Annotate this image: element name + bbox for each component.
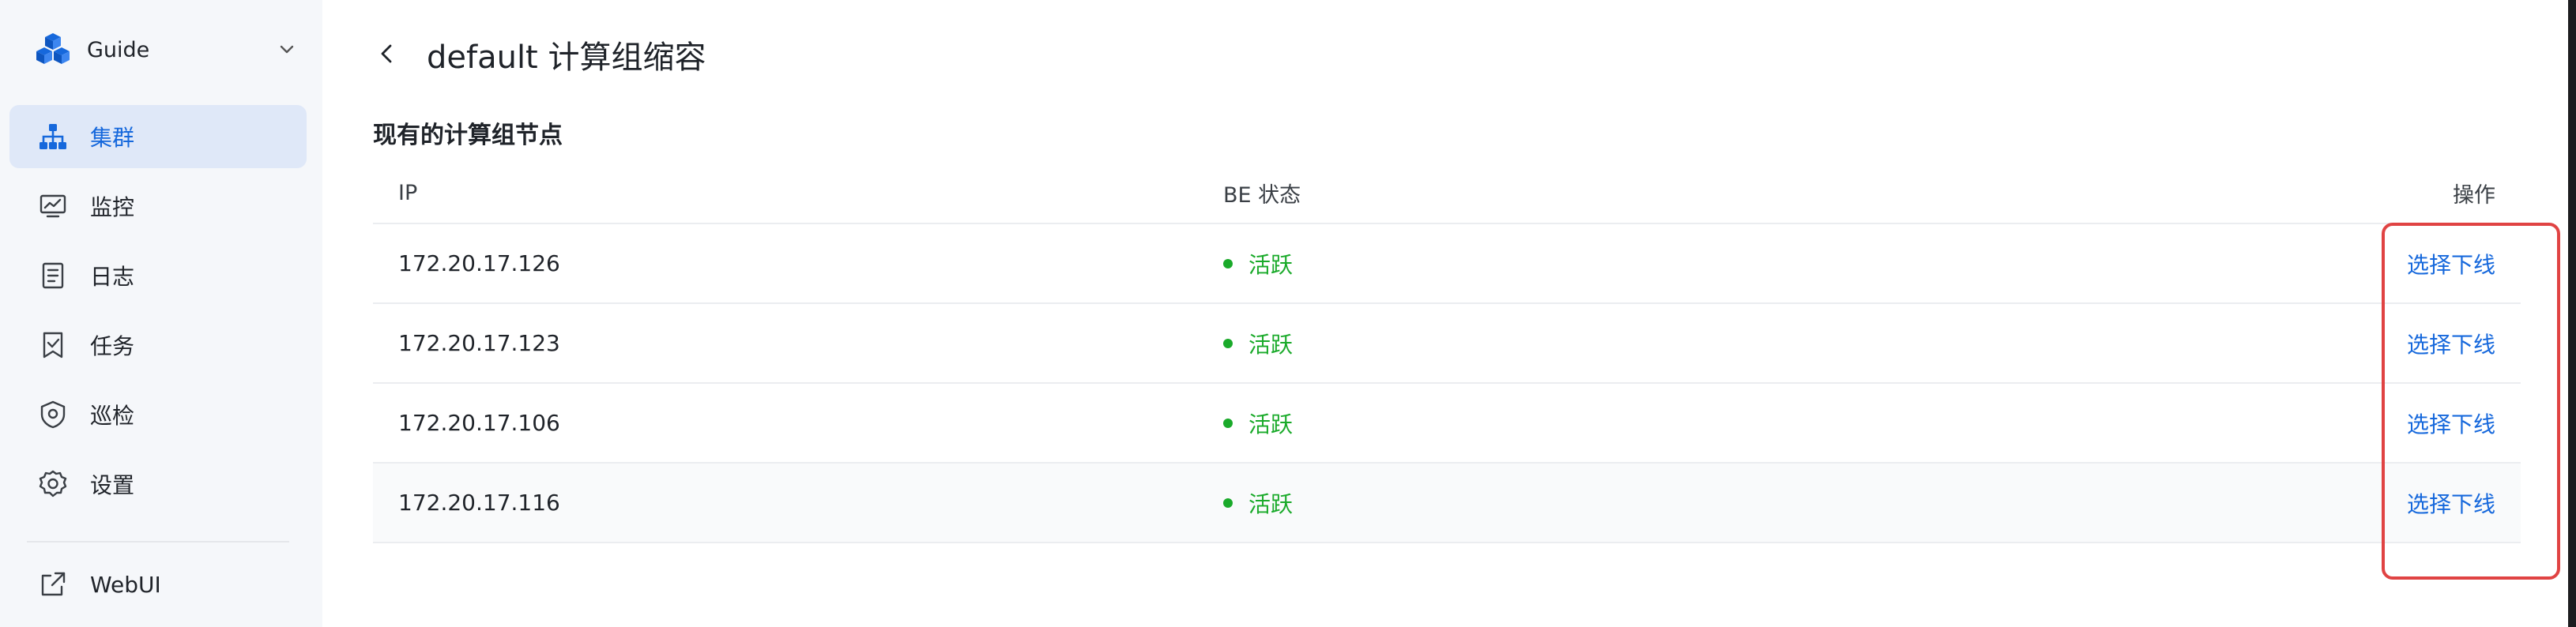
page-title: default 计算组缩容	[427, 39, 706, 76]
sidebar-item-label: 任务	[90, 333, 135, 359]
sidebar-item-inspection[interactable]: 巡检	[9, 383, 307, 446]
sidebar-item-label: 监控	[90, 194, 135, 220]
window-edge	[2568, 0, 2576, 627]
status-cell: 活跃	[1223, 464, 1293, 542]
sidebar-item-label: 设置	[90, 472, 135, 498]
nodes-table: IP BE 状态 操作 172.20.17.126 活跃 选择下线 172.20…	[373, 163, 2521, 543]
ip-cell: 172.20.17.106	[398, 410, 560, 436]
table-row: 172.20.17.116 活跃 选择下线	[373, 464, 2521, 543]
sidebar-item-label: 集群	[90, 125, 135, 151]
table-row: 172.20.17.123 活跃 选择下线	[373, 304, 2521, 384]
table-row: 172.20.17.126 活跃 选择下线	[373, 224, 2521, 304]
sidebar-item-webui[interactable]: WebUI	[9, 553, 307, 616]
cluster-icon	[40, 124, 66, 149]
sidebar-item-label: 日志	[90, 264, 135, 290]
status-dot-icon	[1223, 497, 1233, 508]
cubes-logo-icon	[36, 33, 70, 64]
column-header-op: 操作	[2453, 182, 2495, 208]
status-dot-icon	[1223, 418, 1233, 428]
workspace-name: Guide	[87, 37, 150, 62]
table-row: 172.20.17.106 活跃 选择下线	[373, 384, 2521, 464]
app-window: Guide 集群 监控 日志 任务 巡检 设置 WebUI default 计算…	[0, 0, 2576, 627]
status-text: 活跃	[1248, 490, 1294, 517]
status-cell: 活跃	[1223, 384, 1293, 462]
section-title: 现有的计算组节点	[373, 122, 563, 149]
status-text: 活跃	[1248, 411, 1294, 437]
sidebar-item-task[interactable]: 任务	[9, 314, 307, 377]
task-icon	[43, 332, 63, 359]
column-header-ip: IP	[398, 180, 418, 205]
workspace-switcher[interactable]: Guide	[33, 28, 302, 71]
status-text: 活跃	[1248, 331, 1294, 358]
sidebar-item-label: 巡检	[90, 403, 135, 429]
ip-cell: 172.20.17.123	[398, 330, 560, 356]
status-cell: 活跃	[1223, 224, 1293, 302]
status-text: 活跃	[1248, 251, 1294, 278]
sidebar-divider	[27, 541, 289, 543]
column-header-status: BE 状态	[1223, 182, 1301, 208]
sidebar: Guide 集群 监控 日志 任务 巡检 设置 WebUI	[0, 0, 322, 627]
log-icon	[42, 262, 64, 289]
ip-cell: 172.20.17.126	[398, 250, 560, 276]
gear-icon	[39, 470, 67, 497]
monitor-icon	[40, 194, 66, 218]
status-dot-icon	[1223, 258, 1233, 268]
chevron-down-icon	[280, 45, 294, 54]
sidebar-item-log[interactable]: 日志	[9, 244, 307, 307]
shield-icon	[40, 400, 66, 429]
sidebar-item-settings[interactable]: 设置	[9, 452, 307, 516]
sidebar-item-cluster[interactable]: 集群	[9, 105, 307, 168]
highlight-annotation-box	[2382, 223, 2560, 580]
sidebar-item-monitor[interactable]: 监控	[9, 175, 307, 238]
external-link-icon	[41, 572, 66, 596]
ip-cell: 172.20.17.116	[398, 490, 560, 516]
main-content: default 计算组缩容 现有的计算组节点 IP BE 状态 操作 172.2…	[322, 0, 2576, 627]
table-header: IP BE 状态 操作	[373, 163, 2521, 224]
sidebar-item-label: WebUI	[90, 571, 161, 598]
back-arrow-icon[interactable]	[373, 39, 401, 68]
status-dot-icon	[1223, 338, 1233, 348]
status-cell: 活跃	[1223, 304, 1293, 382]
